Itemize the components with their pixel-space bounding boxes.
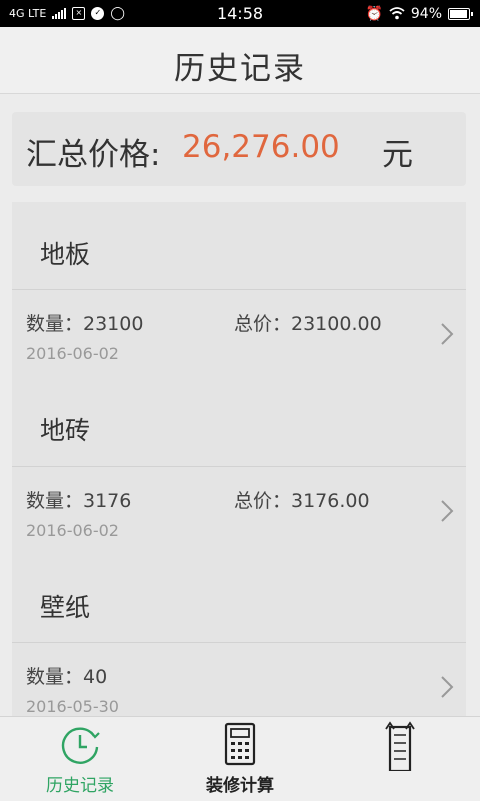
calculator-icon	[224, 722, 256, 766]
tab-label: 历史记录	[46, 776, 114, 796]
summary-unit: 元	[382, 137, 413, 173]
summary-card: 汇总价格: 26,276.00 元	[12, 112, 466, 186]
record-date: 2016-05-30	[26, 697, 119, 716]
summary-label: 汇总价格:	[26, 137, 161, 173]
record-quantity: 数量：40	[26, 666, 108, 688]
category-heading: 地砖	[40, 416, 91, 445]
bottom-tab-bar: 历史记录 装修计算	[0, 716, 480, 801]
record-total: 总价：3176.00	[234, 490, 370, 512]
record-row[interactable]: 数量：23100 总价：23100.00 2016-06-02	[12, 289, 466, 380]
summary-value: 26,276.00	[182, 129, 340, 165]
record-date: 2016-06-02	[26, 521, 119, 540]
app-header: 历史记录	[0, 27, 480, 94]
category-heading: 壁纸	[40, 593, 91, 622]
record-quantity: 数量：3176	[26, 490, 132, 512]
page-title: 历史记录	[174, 51, 306, 87]
history-list[interactable]: 地板 数量：23100 总价：23100.00 2016-06-02 地砖 数量…	[12, 202, 466, 716]
battery-icon	[448, 7, 473, 20]
alarm-icon: ⏰	[365, 5, 383, 22]
status-right: ⏰ 94%	[365, 0, 473, 27]
status-bar: 4G LTE × ✓ ◯ 14:58 ⏰ 94%	[0, 0, 480, 27]
tab-calculator[interactable]: 装修计算	[160, 717, 320, 801]
record-row[interactable]: 数量：40 2016-05-30	[12, 642, 466, 716]
record-row[interactable]: 数量：3176 总价：3176.00 2016-06-02	[12, 466, 466, 557]
category-heading: 地板	[40, 240, 91, 269]
battery-percent: 94%	[410, 5, 442, 22]
chevron-right-icon	[441, 676, 454, 698]
clock-icon	[61, 727, 100, 764]
record-date: 2016-06-02	[26, 344, 119, 363]
ruler-icon	[385, 721, 415, 771]
wifi-icon	[389, 7, 405, 20]
chevron-right-icon	[441, 323, 454, 345]
record-total: 总价：23100.00	[234, 313, 382, 335]
chevron-right-icon	[441, 500, 454, 522]
record-quantity: 数量：23100	[26, 313, 144, 335]
tab-history[interactable]: 历史记录	[0, 717, 160, 801]
tab-label: 装修计算	[206, 776, 274, 796]
tab-measure[interactable]	[320, 717, 480, 801]
